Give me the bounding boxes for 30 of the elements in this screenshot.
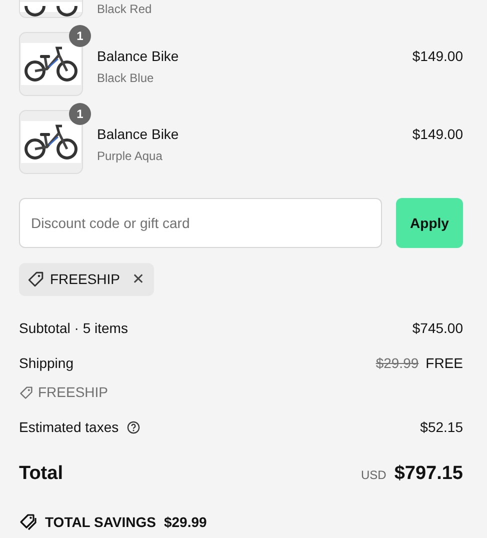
quantity-badge: 1 xyxy=(69,103,91,125)
discount-code: FREESHIP xyxy=(50,270,120,289)
total-value: $797.15 xyxy=(394,462,463,486)
total-label: Total xyxy=(19,462,63,486)
savings-label: TOTAL SAVINGS xyxy=(45,512,156,532)
summary-label: Shipping xyxy=(19,354,74,373)
item-title: Balance Bike xyxy=(97,125,179,144)
discount-code: FREESHIP xyxy=(38,383,108,402)
item-price: $149.00 xyxy=(412,47,463,66)
item-variant: Black Red xyxy=(97,1,152,18)
item-price: $149.00 xyxy=(412,125,463,144)
summary-value: FREE xyxy=(426,354,463,373)
summary-value: $745.00 xyxy=(412,319,463,338)
tag-icon xyxy=(27,271,44,288)
help-icon[interactable] xyxy=(126,421,140,434)
tags-icon xyxy=(19,513,37,531)
currency-label: USD xyxy=(360,467,386,484)
tag-icon xyxy=(19,386,33,400)
item-title: Balance Bike xyxy=(97,47,179,66)
summary-label: Subtotal · 5 items xyxy=(19,319,128,338)
discount-field[interactable]: Discount code or gift card xyxy=(19,198,382,248)
quantity-badge: 1 xyxy=(69,25,91,47)
item-variant: Black Blue xyxy=(97,70,155,87)
summary-label: Estimated taxes xyxy=(19,418,119,437)
savings-value: $29.99 xyxy=(164,512,207,532)
remove-button[interactable]: ✕ xyxy=(126,272,146,287)
item-variant: Purple Aqua xyxy=(97,148,164,165)
original-price: $29.99 xyxy=(376,354,419,373)
summary-value: $52.15 xyxy=(420,418,463,437)
apply-button[interactable]: Apply xyxy=(396,198,463,248)
